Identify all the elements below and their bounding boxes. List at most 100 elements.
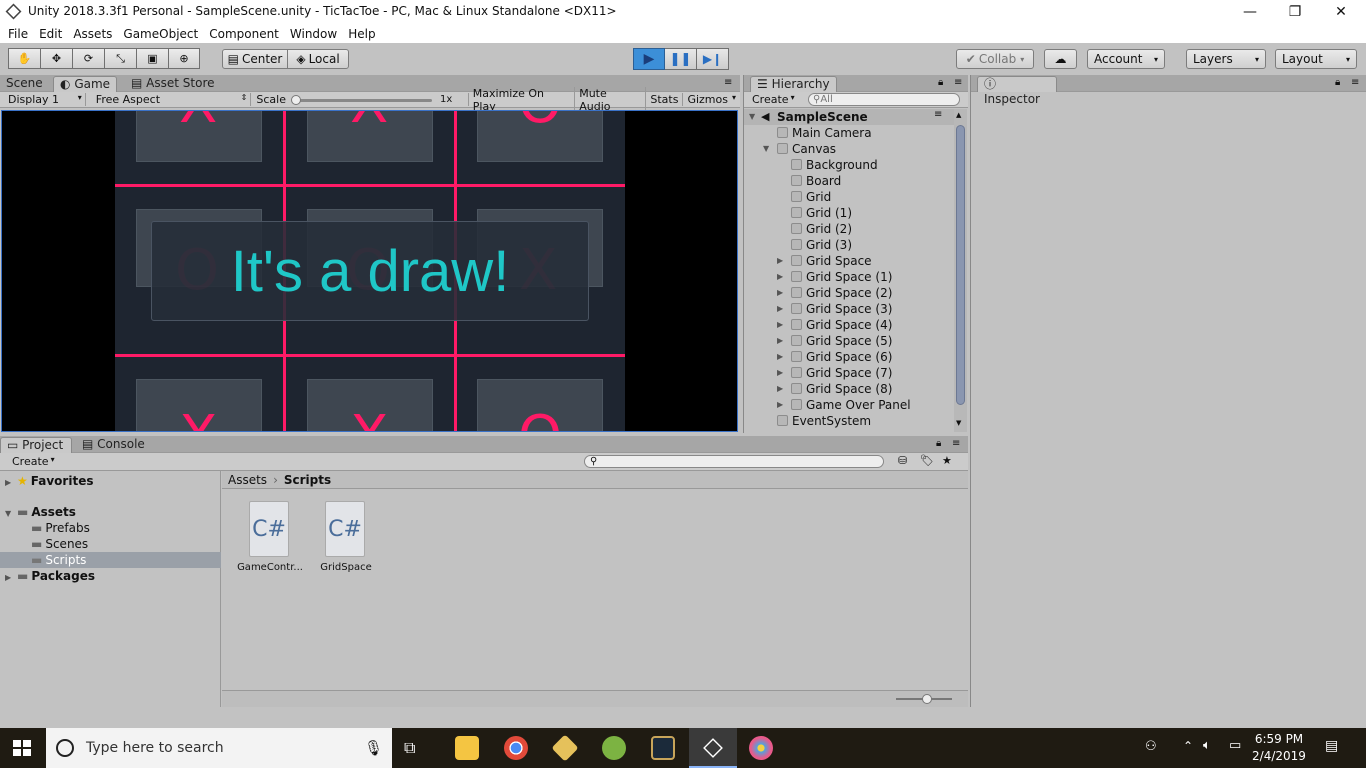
tree-item-packages[interactable]: ▬ Packages — [17, 568, 95, 584]
hierarchy-item-grid-space-5[interactable]: Grid Space (5) — [791, 333, 892, 349]
tab-asset-store[interactable]: ▤ Asset Store — [125, 76, 221, 92]
favorite-star-icon[interactable]: ★ — [942, 454, 952, 467]
windows-start-icon[interactable] — [13, 740, 31, 756]
expand-arrow-icon[interactable]: ▼ — [763, 144, 769, 153]
lock-icon[interactable]: 🔒︎ — [936, 438, 941, 449]
expand-arrow-icon[interactable]: ▶ — [777, 256, 783, 265]
hierarchy-item-canvas[interactable]: Canvas — [777, 141, 836, 157]
expand-arrow-icon[interactable]: ▶ — [777, 320, 783, 329]
android-studio-icon[interactable] — [602, 736, 626, 760]
menu-gameobject[interactable]: GameObject — [123, 27, 198, 41]
layers-dropdown[interactable]: Layers ▾ — [1186, 49, 1266, 69]
hierarchy-item-grid-space-1[interactable]: Grid Space (1) — [791, 269, 892, 285]
menu-help[interactable]: Help — [348, 27, 375, 41]
mute-audio-toggle[interactable]: Mute Audio — [575, 86, 647, 113]
display-dropdown[interactable]: Display 1 ▾ — [0, 93, 86, 106]
hierarchy-item-background[interactable]: Background — [791, 157, 878, 173]
scale-slider[interactable] — [290, 94, 432, 105]
hierarchy-item-eventsystem[interactable]: EventSystem — [777, 413, 871, 429]
expand-arrow-icon[interactable]: ▶ — [777, 384, 783, 393]
rotate-tool-icon[interactable]: ⟳ — [72, 48, 104, 69]
file-explorer-icon[interactable] — [455, 736, 479, 760]
icon-size-slider-thumb[interactable] — [922, 694, 932, 704]
account-dropdown[interactable]: Account ▾ — [1087, 49, 1165, 69]
tab-console[interactable]: ▤ Console — [76, 437, 151, 453]
expand-arrow-icon[interactable]: ▶ — [777, 400, 783, 409]
transform-tool-icon[interactable]: ⊕ — [168, 48, 200, 69]
close-icon[interactable]: ✕ — [1331, 2, 1351, 22]
minimize-icon[interactable]: — — [1240, 2, 1260, 22]
expand-arrow-icon[interactable]: ▶ — [777, 368, 783, 377]
tree-item-scripts[interactable]: ▬ Scripts — [31, 552, 86, 568]
tab-project[interactable]: ▭ Project — [0, 437, 72, 453]
scroll-down-icon[interactable]: ▼ — [956, 419, 961, 427]
asset-file-gridspace[interactable]: C# GridSpace — [310, 501, 382, 581]
lock-icon[interactable]: 🔒︎ — [1335, 77, 1340, 88]
tab-inspector[interactable]: ⓘ Inspector — [977, 76, 1057, 106]
expand-arrow-icon[interactable]: ▶ — [5, 478, 11, 487]
expand-arrow-icon[interactable]: ▶ — [777, 272, 783, 281]
microphone-icon[interactable]: 🎙︎ — [364, 739, 383, 757]
hierarchy-item-grid-2[interactable]: Grid (2) — [791, 221, 852, 237]
tab-scene[interactable]: Scene — [0, 76, 49, 92]
filter-label-icon[interactable]: 🏷︎ — [920, 454, 934, 467]
hierarchy-item-grid-1[interactable]: Grid (1) — [791, 205, 852, 221]
aspect-dropdown[interactable]: Free Aspect ⇕ — [86, 93, 252, 106]
hierarchy-item-grid-space[interactable]: Grid Space — [791, 253, 872, 269]
asset-file-gamecontroller[interactable]: C# GameContr... — [234, 501, 306, 581]
tree-item-favorites[interactable]: ★ Favorites — [17, 473, 93, 489]
panel-menu-icon[interactable]: ≡ — [724, 77, 732, 88]
project-search-input[interactable]: ⚲ — [584, 455, 884, 468]
tab-game[interactable]: ◐ Game — [53, 76, 118, 92]
tree-item-assets[interactable]: ▬ Assets — [17, 504, 76, 520]
chevron-up-icon[interactable]: ⌃ — [1183, 739, 1193, 753]
panel-menu-icon[interactable]: ≡ — [954, 77, 962, 88]
play-button[interactable]: ▶ — [633, 48, 665, 70]
expand-arrow-icon[interactable]: ▶ — [5, 573, 11, 582]
rect-tool-icon[interactable]: ▣ — [136, 48, 168, 69]
gitkraken-icon[interactable] — [551, 734, 579, 762]
hierarchy-search-input[interactable]: ⚲All — [808, 93, 960, 106]
step-button[interactable]: ▶❙ — [697, 48, 729, 70]
unity-taskbar-button[interactable] — [689, 728, 737, 768]
layout-dropdown[interactable]: Layout ▾ — [1275, 49, 1357, 69]
filter-type-icon[interactable]: ⛁ — [898, 454, 907, 467]
pivot-local-button[interactable]: ◈ Local — [287, 49, 349, 69]
hierarchy-create-dropdown[interactable]: Create ▾ — [752, 93, 795, 106]
breadcrumb-scripts[interactable]: Scripts — [284, 471, 331, 488]
hierarchy-item-grid-space-2[interactable]: Grid Space (2) — [791, 285, 892, 301]
scroll-up-icon[interactable]: ▲ — [956, 111, 961, 119]
expand-arrow-icon[interactable]: ▶ — [777, 288, 783, 297]
chrome-icon[interactable] — [504, 736, 528, 760]
hierarchy-item-grid-space-4[interactable]: Grid Space (4) — [791, 317, 892, 333]
hierarchy-item-main-camera[interactable]: Main Camera — [777, 125, 872, 141]
scale-tool-icon[interactable]: ⤡ — [104, 48, 136, 69]
battery-icon[interactable]: ▭ — [1229, 738, 1241, 753]
lock-icon[interactable]: 🔒︎ — [938, 77, 943, 88]
tree-item-scenes[interactable]: ▬ Scenes — [31, 536, 88, 552]
maximize-on-play-toggle[interactable]: Maximize On Play — [469, 86, 576, 113]
expand-arrow-icon[interactable]: ▼ — [749, 112, 755, 121]
hierarchy-item-grid[interactable]: Grid — [791, 189, 831, 205]
expand-arrow-icon[interactable]: ▶ — [777, 336, 783, 345]
panel-menu-icon[interactable]: ≡ — [1351, 77, 1359, 88]
expand-arrow-icon[interactable]: ▶ — [777, 352, 783, 361]
league-of-legends-icon[interactable] — [651, 736, 675, 760]
hierarchy-item-grid-space-6[interactable]: Grid Space (6) — [791, 349, 892, 365]
pivot-center-button[interactable]: ▤ Center — [222, 49, 288, 69]
game-viewport[interactable]: X X O O O X X X O It's a draw! — [1, 110, 738, 432]
cloud-button[interactable]: ☁ — [1044, 49, 1077, 69]
panel-menu-icon[interactable]: ≡ — [952, 438, 960, 449]
notifications-icon[interactable]: ▤ — [1325, 738, 1338, 754]
scale-slider-thumb[interactable] — [290, 94, 301, 105]
gizmos-dropdown[interactable]: Gizmos ▾ — [683, 93, 740, 106]
hierarchy-scrollbar-thumb[interactable] — [956, 125, 965, 405]
scene-header-row[interactable]: ▼ ◀ SampleScene ≡ — [744, 109, 954, 125]
expand-arrow-icon[interactable]: ▼ — [5, 509, 11, 518]
task-view-icon[interactable]: ⧉ — [404, 738, 415, 758]
hierarchy-item-board[interactable]: Board — [791, 173, 841, 189]
hierarchy-item-grid-3[interactable]: Grid (3) — [791, 237, 852, 253]
hierarchy-item-grid-space-8[interactable]: Grid Space (8) — [791, 381, 892, 397]
tab-hierarchy[interactable]: ☰ Hierarchy — [750, 76, 837, 92]
hierarchy-item-game-over-panel[interactable]: Game Over Panel — [791, 397, 911, 413]
